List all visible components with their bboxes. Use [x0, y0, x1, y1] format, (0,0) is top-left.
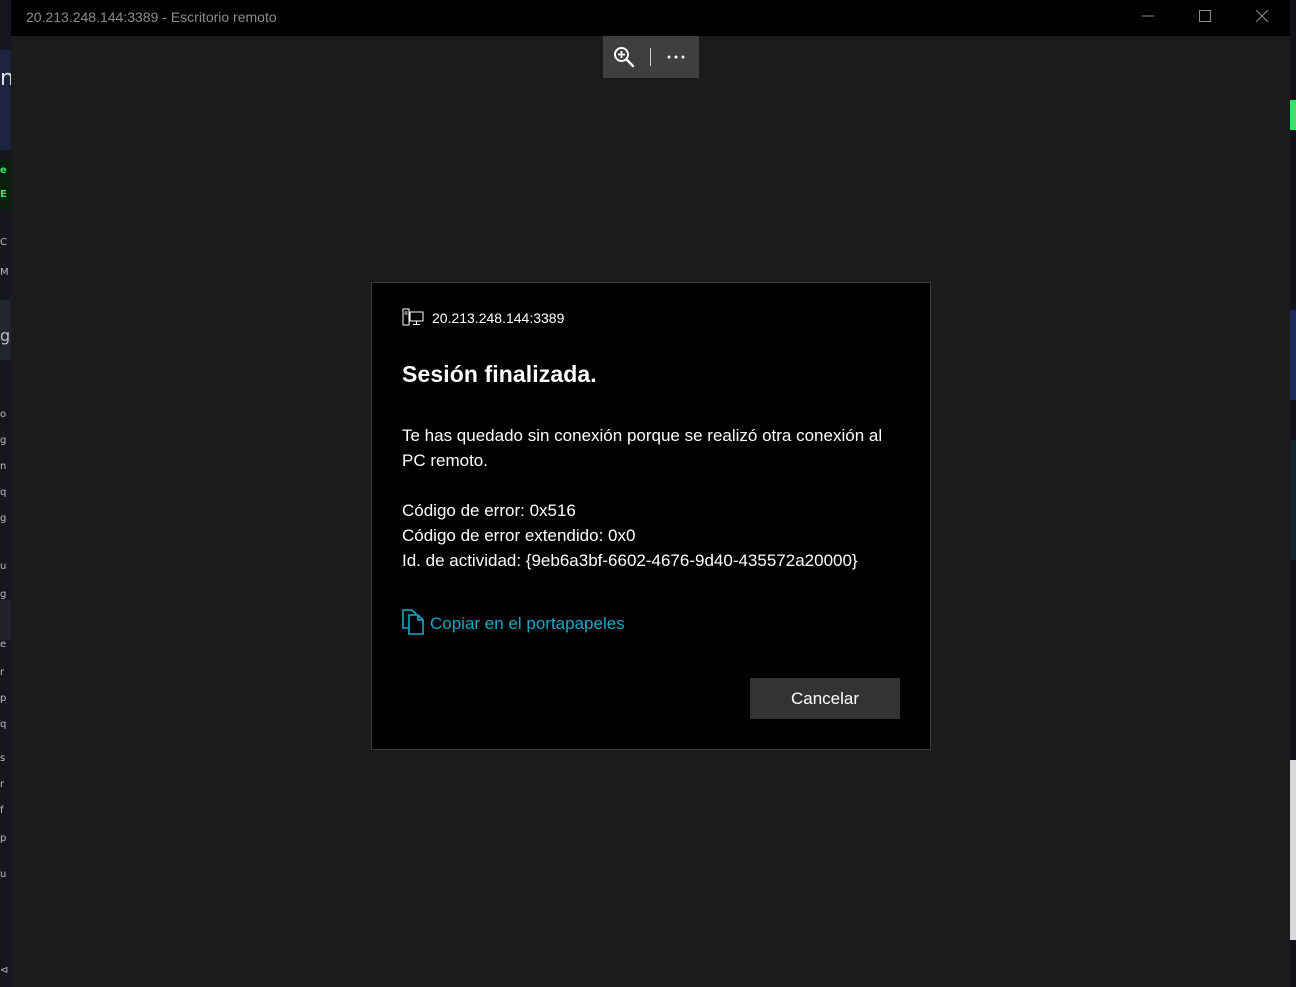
dialog-host: 20.213.248.144:3389: [402, 308, 564, 328]
close-button[interactable]: [1239, 0, 1285, 32]
background-app-left: n e E C M g o g n q g u g e r p q s r f …: [0, 0, 11, 987]
minimize-icon: [1142, 15, 1154, 17]
extended-error-code: Código de error extendido: 0x0: [402, 526, 636, 545]
more-icon: [667, 55, 685, 59]
connection-bar: [603, 36, 699, 78]
maximize-button[interactable]: [1182, 0, 1228, 32]
toolbar-divider: [650, 48, 651, 66]
cancel-button[interactable]: Cancelar: [750, 678, 900, 719]
remote-pc-icon: [402, 308, 424, 326]
copy-icon: [402, 609, 424, 635]
copy-to-clipboard-link[interactable]: Copiar en el portapapeles: [402, 609, 625, 635]
activity-id: Id. de actividad: {9eb6a3bf-6602-4676-9d…: [402, 551, 858, 570]
error-details: Código de error: 0x516 Código de error e…: [402, 498, 912, 573]
error-code: Código de error: 0x516: [402, 501, 576, 520]
title-bar: 20.213.248.144:3389 - Escritorio remoto: [11, 0, 1290, 36]
dialog-message: Te has quedado sin conexión porque se re…: [402, 426, 883, 470]
minimize-button[interactable]: [1125, 0, 1171, 32]
zoom-button[interactable]: [609, 42, 639, 72]
window-title-host: 20.213.248.144:3389: [26, 9, 159, 25]
dialog-title: Sesión finalizada.: [402, 361, 597, 387]
window-title-app: Escritorio remoto: [170, 9, 277, 25]
maximize-icon: [1199, 10, 1211, 22]
window-title-separator: -: [162, 9, 167, 25]
window-title: 20.213.248.144:3389 - Escritorio remoto: [26, 9, 277, 25]
dialog-host-label: 20.213.248.144:3389: [432, 310, 565, 326]
close-icon: [1256, 10, 1268, 22]
more-options-button[interactable]: [660, 42, 692, 72]
session-ended-dialog: 20.213.248.144:3389 Sesión finalizada. T…: [371, 282, 931, 750]
remote-desktop-window: 20.213.248.144:3389 - Escritorio remoto: [11, 0, 1290, 987]
background-app-right: [1290, 0, 1296, 987]
zoom-in-icon: [614, 47, 635, 68]
copy-link-label: Copiar en el portapapeles: [430, 614, 625, 633]
